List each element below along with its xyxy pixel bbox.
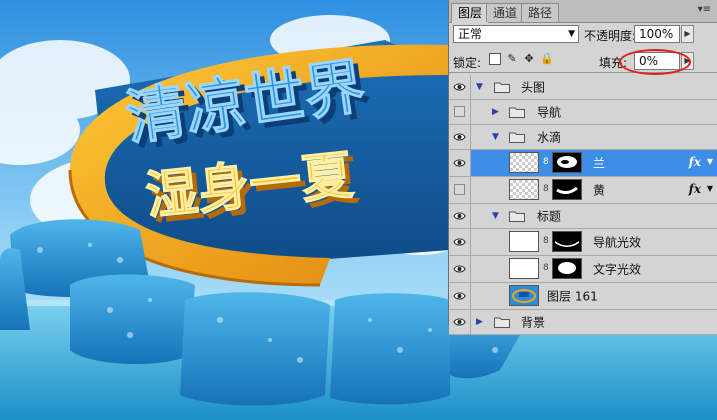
- panel-menu-icon[interactable]: ▾≡: [698, 4, 711, 15]
- link-icon[interactable]: 8: [543, 236, 549, 247]
- mask-shape: [557, 156, 577, 168]
- folder-icon: [509, 211, 525, 222]
- visibility-toggle[interactable]: [449, 256, 471, 282]
- fx-icon[interactable]: fx: [689, 182, 701, 196]
- folder-icon: [494, 317, 510, 328]
- layers-panel: 图层 通道 路径 ▾≡ 正常 ▼ 不透明度: 100% ▶ 锁定: ✎ ✥ 🔒 …: [448, 0, 717, 335]
- eye-icon: [453, 133, 466, 141]
- layer-row[interactable]: ▼ 标题: [449, 204, 717, 229]
- collapse-arrow-icon[interactable]: ▶: [492, 107, 502, 117]
- tab-paths[interactable]: 路径: [521, 3, 560, 22]
- link-icon[interactable]: 8: [543, 263, 549, 274]
- tab-channels[interactable]: 通道: [486, 3, 525, 22]
- eye-icon: [453, 83, 466, 91]
- eye-icon: [453, 265, 466, 273]
- eye-icon: [453, 212, 466, 220]
- folder-icon: [494, 82, 510, 93]
- layer-row[interactable]: 8 文字光效: [449, 256, 717, 283]
- layer-name: 黄: [593, 183, 606, 198]
- blend-mode-select[interactable]: 正常 ▼: [453, 25, 579, 43]
- dropdown-arrow-icon: ▼: [568, 29, 575, 39]
- layer-row[interactable]: ▼ 水滴: [449, 125, 717, 150]
- mask-shape: [556, 186, 578, 195]
- visibility-toggle[interactable]: [449, 177, 471, 203]
- eye-icon: [453, 292, 466, 300]
- layer-name: 头图: [521, 80, 546, 95]
- opacity-input[interactable]: 100%: [634, 25, 680, 43]
- visibility-toggle[interactable]: [449, 125, 471, 149]
- tab-layers[interactable]: 图层: [451, 3, 490, 23]
- layer-mask-thumbnail[interactable]: [552, 258, 582, 279]
- visibility-toggle[interactable]: [449, 150, 471, 176]
- panel-tab-bar: 图层 通道 路径 ▾≡: [449, 0, 717, 23]
- layer-row[interactable]: ▶ 背景: [449, 310, 717, 335]
- fx-expand-icon[interactable]: ▼: [707, 184, 713, 193]
- layer-name: 背景: [521, 315, 546, 330]
- layer-list: ▼ 头图 ▶ 导航 ▼ 水滴 8 兰 fx ▼ 8 黄 fx ▼ ▼ 标题 8 …: [449, 75, 717, 335]
- fx-icon[interactable]: fx: [689, 155, 701, 169]
- layer-mask-thumbnail[interactable]: [552, 152, 582, 173]
- opacity-slider-icon[interactable]: ▶: [681, 25, 694, 43]
- expand-arrow-icon[interactable]: ▼: [492, 211, 502, 221]
- blend-row: 正常 ▼ 不透明度: 100% ▶: [449, 24, 717, 46]
- thumbnail-art: [512, 289, 536, 303]
- visibility-toggle[interactable]: [449, 310, 471, 334]
- layer-thumbnail[interactable]: [509, 179, 539, 200]
- layer-row[interactable]: ▶ 导航: [449, 100, 717, 125]
- hidden-visibility-box: [454, 184, 465, 195]
- lock-brush-icon[interactable]: ✎: [506, 53, 518, 65]
- layer-thumbnail[interactable]: [509, 285, 539, 306]
- layer-row[interactable]: 8 导航光效: [449, 229, 717, 256]
- layer-name: 导航光效: [593, 235, 642, 250]
- visibility-toggle[interactable]: [449, 229, 471, 255]
- visibility-toggle[interactable]: [449, 100, 471, 124]
- fx-expand-icon[interactable]: ▼: [707, 157, 713, 166]
- layer-name: 导航: [537, 105, 562, 120]
- collapse-arrow-icon[interactable]: ▶: [476, 317, 486, 327]
- folder-icon: [509, 107, 525, 118]
- folder-icon: [509, 132, 525, 143]
- fill-highlight-circle: [619, 49, 691, 75]
- layer-row[interactable]: 图层 161: [449, 283, 717, 310]
- visibility-toggle[interactable]: [449, 75, 471, 99]
- link-icon[interactable]: 8: [543, 184, 549, 195]
- lock-transparent-icon[interactable]: [489, 53, 501, 65]
- layer-row-selected[interactable]: 8 兰 fx ▼: [449, 150, 717, 177]
- lock-all-icon[interactable]: 🔒: [540, 53, 554, 65]
- eye-icon: [453, 318, 466, 326]
- layer-thumbnail[interactable]: [509, 152, 539, 173]
- layer-name: 图层 161: [547, 289, 598, 304]
- eye-icon: [453, 238, 466, 246]
- visibility-toggle[interactable]: [449, 204, 471, 228]
- layer-name: 水滴: [537, 130, 562, 145]
- layer-name: 文字光效: [593, 262, 642, 277]
- expand-arrow-icon[interactable]: ▼: [492, 132, 502, 142]
- layer-mask-thumbnail[interactable]: [552, 231, 582, 252]
- lock-label: 锁定:: [453, 56, 482, 70]
- opacity-label: 不透明度:: [584, 29, 637, 43]
- expand-arrow-icon[interactable]: ▼: [476, 82, 486, 92]
- layer-name: 兰: [593, 156, 606, 171]
- mask-shape: [558, 262, 576, 274]
- lock-move-icon[interactable]: ✥: [523, 53, 535, 65]
- blend-mode-value: 正常: [458, 27, 483, 41]
- layer-row[interactable]: 8 黄 fx ▼: [449, 177, 717, 204]
- layer-row[interactable]: ▼ 头图: [449, 75, 717, 100]
- link-icon[interactable]: 8: [543, 157, 549, 168]
- layer-thumbnail[interactable]: [509, 231, 539, 252]
- eye-icon: [453, 159, 466, 167]
- layer-name: 标题: [537, 209, 562, 224]
- visibility-toggle[interactable]: [449, 283, 471, 309]
- layer-thumbnail[interactable]: [509, 258, 539, 279]
- layer-mask-thumbnail[interactable]: [552, 179, 582, 200]
- mask-shape: [555, 241, 579, 247]
- hidden-visibility-box: [454, 106, 465, 117]
